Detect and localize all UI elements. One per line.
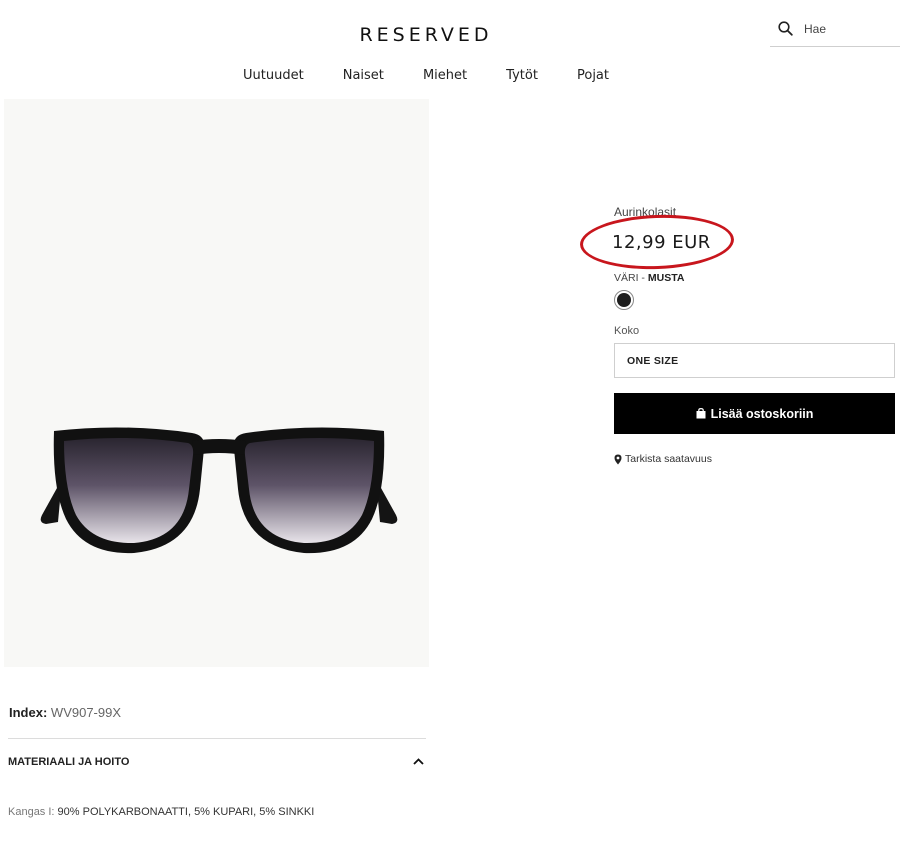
material-info: Kangas I: 90% POLYKARBONAATTI, 5% KUPARI… (8, 806, 314, 818)
brand-logo[interactable]: RESERVED (0, 24, 852, 46)
shopping-bag-icon (696, 408, 706, 419)
nav-item-uutuudet[interactable]: Uutuudet (240, 66, 307, 85)
divider (8, 738, 426, 739)
nav-item-pojat[interactable]: Pojat (574, 66, 612, 85)
add-to-cart-button[interactable]: Lisää ostoskoriin (614, 393, 895, 434)
material-value: 90% POLYKARBONAATTI, 5% KUPARI, 5% SINKK… (57, 806, 315, 818)
product-image[interactable] (4, 99, 429, 667)
search-icon[interactable] (776, 20, 794, 38)
size-value: ONE SIZE (627, 354, 679, 367)
color-value: MUSTA (647, 272, 685, 284)
location-pin-icon (614, 454, 622, 465)
product-price: 12,99 EUR (612, 232, 711, 253)
nav-item-tytot[interactable]: Tytöt (503, 66, 541, 85)
size-select[interactable]: ONE SIZE (614, 343, 895, 378)
nav-item-naiset[interactable]: Naiset (340, 66, 387, 85)
main-nav: Uutuudet Naiset Miehet Tytöt Pojat (240, 66, 612, 85)
color-label: VÄRI - MUSTA (614, 272, 685, 284)
check-availability-label: Tarkista saatavuus (625, 453, 712, 465)
size-label: Koko (614, 325, 640, 337)
search-input[interactable] (804, 21, 894, 36)
add-to-cart-label: Lisää ostoskoriin (710, 406, 814, 421)
sunglasses-image (40, 427, 398, 554)
product-index: Index: WV907-99X (9, 705, 121, 720)
chevron-up-icon[interactable] (413, 756, 424, 768)
material-section-toggle[interactable]: MATERIAALI JA HOITO (8, 756, 424, 768)
search-bar[interactable] (770, 11, 900, 47)
index-label: Index: (9, 705, 48, 720)
index-value: WV907-99X (50, 705, 122, 720)
nav-item-miehet[interactable]: Miehet (420, 66, 470, 85)
material-section-title: MATERIAALI JA HOITO (8, 756, 130, 768)
color-swatch-dot (617, 293, 631, 307)
material-label: Kangas I: (8, 806, 55, 818)
check-availability-link[interactable]: Tarkista saatavuus (614, 453, 712, 465)
color-swatch-black[interactable] (614, 290, 634, 310)
color-label-text: VÄRI (614, 272, 639, 284)
